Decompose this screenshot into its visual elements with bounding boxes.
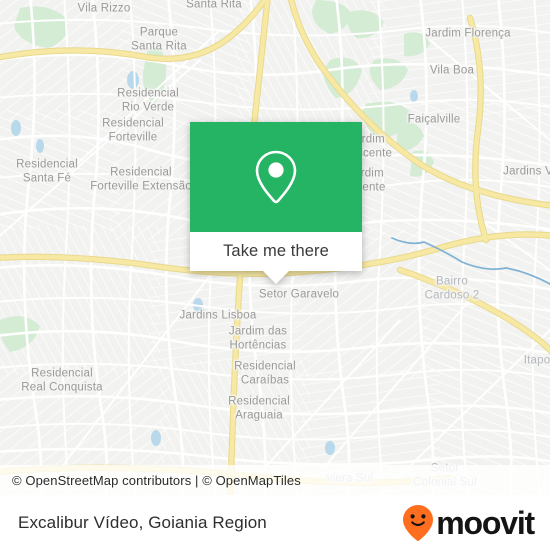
moovit-logo[interactable]: moovit xyxy=(401,504,550,542)
footer-bar: Excalibur Vídeo, Goiania Region moovit xyxy=(0,495,550,550)
map-screenshot: Vila Rizzo Santa Rita Parque Santa Rita Jard… xyxy=(0,0,550,550)
map-canvas[interactable]: Vila Rizzo Santa Rita Parque Santa Rita Jard… xyxy=(0,0,550,495)
callout-header xyxy=(190,122,362,232)
take-me-there-label: Take me there xyxy=(223,242,329,260)
moovit-smiley-pin-icon xyxy=(403,504,434,541)
map-pin-icon xyxy=(255,150,297,204)
moovit-wordmark: moovit xyxy=(436,504,535,541)
callout-tail xyxy=(263,271,289,284)
location-callout[interactable]: Take me there xyxy=(190,122,362,284)
page-title: Excalibur Vídeo, Goiania Region xyxy=(18,512,267,532)
take-me-there-button[interactable]: Take me there xyxy=(190,232,362,284)
